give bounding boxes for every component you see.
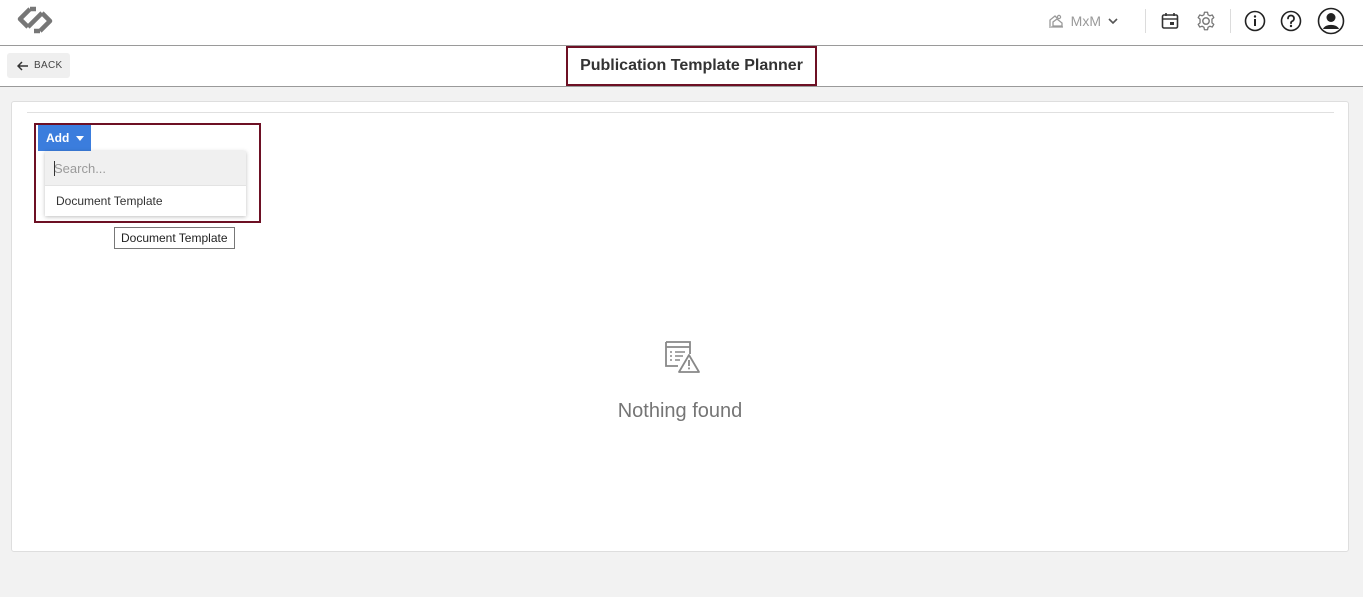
panel-divider — [27, 112, 1334, 113]
app-logo-icon[interactable] — [16, 5, 54, 35]
workspace-icon — [1048, 14, 1063, 28]
info-icon[interactable] — [1243, 9, 1267, 33]
workspace-selector[interactable]: MxM — [1047, 12, 1119, 30]
add-dropdown-menu: Document Template — [45, 151, 246, 216]
user-avatar-icon[interactable] — [1317, 7, 1345, 35]
page-title: Publication Template Planner — [566, 46, 817, 86]
empty-state-message: Nothing found — [617, 400, 743, 422]
text-cursor — [54, 161, 55, 176]
help-icon[interactable] — [1279, 9, 1303, 33]
tooltip: Document Template — [114, 227, 235, 249]
search-input[interactable] — [54, 160, 234, 176]
add-button[interactable]: Add — [38, 125, 91, 151]
chevron-down-icon — [1108, 18, 1118, 25]
workspace-label: MxM — [1070, 13, 1101, 29]
header-divider — [1145, 9, 1146, 33]
add-button-label: Add — [46, 131, 70, 145]
back-button[interactable]: BACK — [7, 53, 71, 78]
caret-down-icon — [76, 135, 85, 141]
page-header: BACK Publication Template Planner — [0, 46, 1363, 87]
header-divider — [1230, 9, 1231, 33]
no-results-warning-icon — [663, 340, 701, 374]
header-actions: MxM — [1047, 0, 1363, 42]
top-header: MxM — [0, 0, 1363, 46]
calendar-box-icon[interactable] — [1158, 9, 1182, 33]
arrow-left-icon — [17, 60, 28, 71]
back-label: BACK — [34, 60, 63, 71]
menu-item-label: Document Template — [56, 194, 163, 208]
gear-icon[interactable] — [1194, 9, 1218, 33]
menu-item-document-template[interactable]: Document Template — [45, 186, 246, 216]
dropdown-search — [45, 151, 246, 186]
